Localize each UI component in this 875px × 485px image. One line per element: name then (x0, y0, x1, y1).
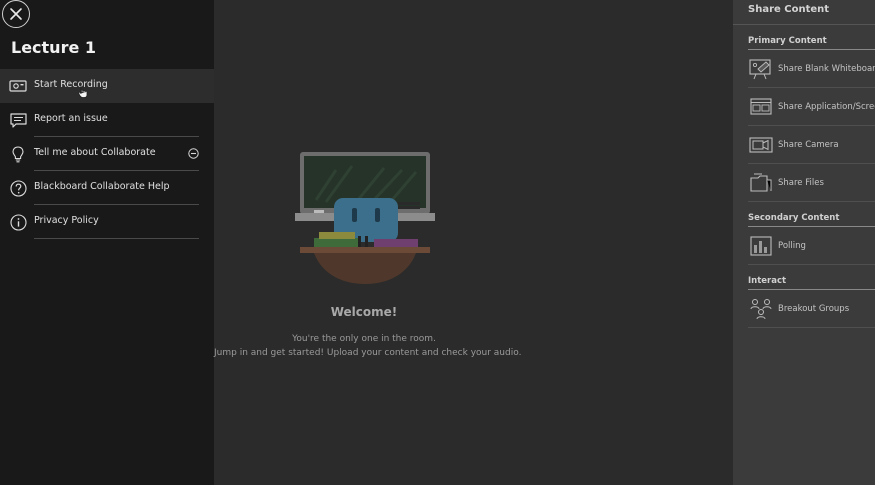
menu-item-tell-me-about-collaborate[interactable]: Tell me about Collaborate (0, 137, 214, 171)
share-files-button[interactable]: Share Files (748, 164, 875, 202)
welcome-message: You're the only one in the room. (292, 334, 436, 344)
menu-item-start-recording[interactable]: Start Recording (0, 69, 214, 103)
menu-item-label: Privacy Policy (34, 215, 99, 226)
share-blank-whiteboard-button[interactable]: Share Blank Whiteboard (748, 50, 875, 88)
menu-item-label: Start Recording (34, 79, 108, 90)
section-secondary-content: Secondary Content (748, 213, 840, 223)
section-primary-content: Primary Content (748, 36, 827, 46)
files-icon (748, 172, 774, 194)
breakout-groups-button[interactable]: Breakout Groups (748, 290, 875, 328)
empty-room-illustration (295, 152, 435, 284)
menu-item-collaborate-help[interactable]: Blackboard Collaborate Help (0, 171, 214, 205)
collapse-icon[interactable] (188, 148, 199, 159)
menu-item-report-issue[interactable]: Report an issue (0, 103, 214, 137)
record-icon (9, 77, 27, 95)
polling-icon (748, 235, 774, 257)
whiteboard-icon (748, 58, 774, 80)
hand-cursor-icon (78, 86, 88, 98)
close-menu-button[interactable] (2, 0, 30, 28)
share-item-label: Breakout Groups (778, 304, 850, 314)
share-panel-header: Share Content (733, 0, 875, 25)
session-menu-list: Start Recording Report an issue Tell me … (0, 69, 214, 239)
polling-button[interactable]: Polling (748, 227, 875, 265)
session-title: Lecture 1 (11, 38, 97, 57)
welcome-title: Welcome! (330, 305, 398, 319)
application-screen-icon (748, 96, 774, 118)
session-menu: Lecture 1 Start Recording Report an issu… (0, 0, 214, 485)
close-icon (10, 8, 22, 20)
share-item-label: Share Files (778, 178, 824, 188)
menu-item-label: Report an issue (34, 113, 108, 124)
menu-item-privacy-policy[interactable]: Privacy Policy (0, 205, 214, 239)
welcome-instructions: Jump in and get started! Upload your con… (214, 348, 522, 358)
share-application-button[interactable]: Share Application/Screen (748, 88, 875, 126)
share-item-label: Share Blank Whiteboard (778, 64, 875, 74)
menu-item-label: Blackboard Collaborate Help (34, 181, 170, 192)
main-stage: Welcome! You're the only one in the room… (214, 0, 733, 485)
share-item-label: Polling (778, 241, 806, 251)
lightbulb-icon (9, 145, 27, 163)
menu-item-label: Tell me about Collaborate (34, 147, 156, 158)
share-camera-button[interactable]: Share Camera (748, 126, 875, 164)
menu-divider (34, 238, 199, 239)
info-icon (9, 213, 27, 231)
section-interact: Interact (748, 276, 787, 286)
share-panel-title: Share Content (748, 4, 830, 15)
share-content-panel: Share Content Primary Content Share Blan… (733, 0, 875, 485)
breakout-groups-icon (748, 298, 774, 320)
report-icon (9, 111, 27, 129)
share-item-label: Share Camera (778, 140, 839, 150)
camera-icon (748, 134, 774, 156)
share-item-label: Share Application/Screen (778, 102, 875, 112)
help-icon (9, 179, 27, 197)
